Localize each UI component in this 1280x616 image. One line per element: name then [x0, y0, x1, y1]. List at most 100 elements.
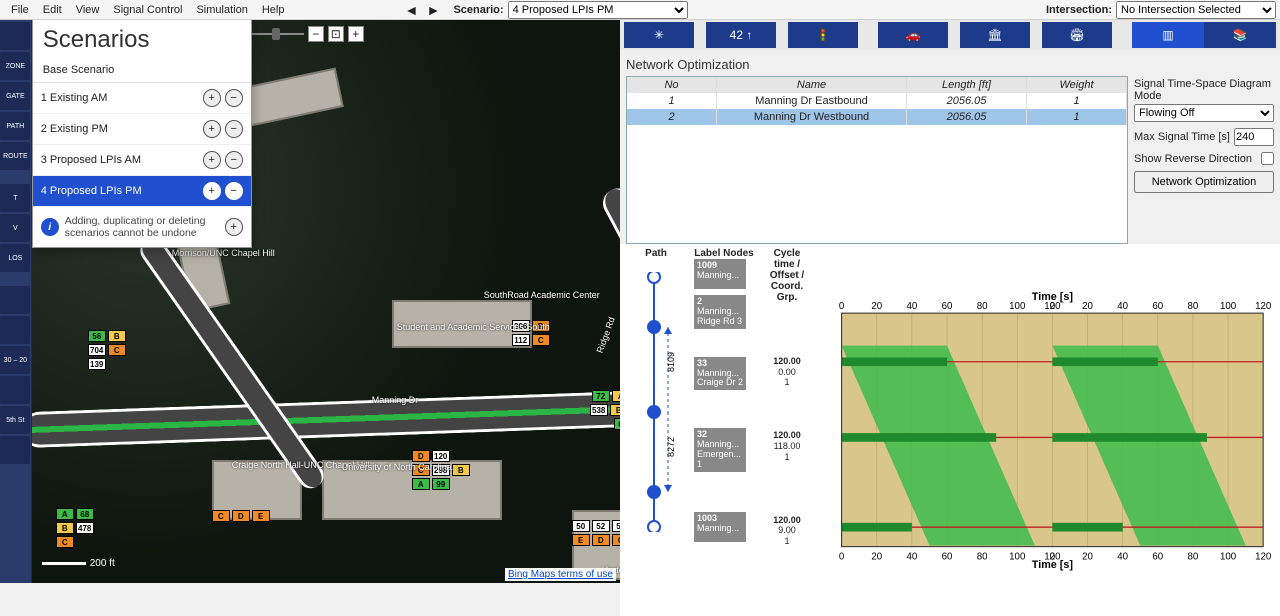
col-name: Name: [717, 77, 907, 93]
tool-gate[interactable]: GATE: [0, 82, 30, 110]
max-signal-label: Max Signal Time [s]: [1134, 131, 1230, 143]
max-signal-input[interactable]: [1234, 128, 1274, 146]
tool-path[interactable]: PATH: [0, 112, 30, 140]
tool-ts2[interactable]: [0, 316, 30, 344]
zoom-out-icon[interactable]: −: [308, 26, 324, 42]
svg-text:Time [s]: Time [s]: [1032, 291, 1073, 303]
menu-edit[interactable]: Edit: [36, 2, 69, 18]
nav-fwd-icon[interactable]: ►: [423, 2, 443, 18]
tool-node[interactable]: [0, 22, 30, 50]
duplicate-button[interactable]: +: [203, 151, 221, 169]
scenario-add-button[interactable]: +: [225, 218, 243, 236]
menubar: File Edit View Signal Control Simulation…: [0, 0, 1280, 20]
menu-file[interactable]: File: [4, 2, 36, 18]
ts-node-info: [762, 601, 812, 612]
scenario-info-text: Adding, duplicating or deleting scenario…: [65, 215, 215, 239]
tool-30-20[interactable]: 30 – 20: [0, 346, 30, 374]
svg-text:20: 20: [871, 552, 882, 563]
svg-text:100: 100: [1009, 552, 1026, 563]
menu-view[interactable]: View: [69, 2, 107, 18]
zoom-fit-icon[interactable]: ⊡: [328, 26, 344, 42]
svg-text:0: 0: [839, 301, 845, 312]
network-optimization-button[interactable]: Network Optimization: [1134, 171, 1274, 193]
ts-node[interactable]: 32Manning... Emergen... 1: [694, 428, 746, 472]
ts-info-hdr: Cycle time / Offset / Coord. Grp.: [762, 248, 812, 303]
svg-text:120: 120: [1255, 301, 1272, 312]
network-table[interactable]: No Name Length [ft] Weight 1Manning Dr E…: [626, 76, 1128, 244]
duplicate-button[interactable]: +: [203, 182, 221, 200]
mode-label: Signal Time-Space Diagram Mode: [1134, 78, 1274, 102]
svg-text:80: 80: [1188, 301, 1199, 312]
svg-text:20: 20: [871, 301, 882, 312]
tool-route[interactable]: ROUTE: [0, 142, 30, 170]
menu-simulation[interactable]: Simulation: [189, 2, 254, 18]
base-scenario-item[interactable]: Base Scenario: [33, 58, 251, 83]
zoom-in-icon[interactable]: +: [348, 26, 364, 42]
col-weight: Weight: [1027, 77, 1127, 93]
map-zoom-control[interactable]: − ⊡ +: [244, 26, 364, 42]
scenario-row[interactable]: 4 Proposed LPIs PM+−: [33, 176, 251, 207]
ts-node-info: 120.000.001: [762, 356, 812, 388]
reverse-label: Show Reverse Direction: [1134, 153, 1257, 165]
duplicate-button[interactable]: +: [203, 89, 221, 107]
mode-tabs: ✳ 42 ↑ 🚦 🚗 🏛 🏟 ▥ 📚: [620, 20, 1280, 50]
tool-zone[interactable]: ZONE: [0, 52, 30, 80]
svg-text:Time [s]: Time [s]: [1032, 559, 1073, 571]
map-attribution-link[interactable]: Bing Maps terms of use: [505, 568, 616, 581]
table-row[interactable]: 2Manning Dr Westbound2056.051: [627, 109, 1127, 125]
svg-text:100: 100: [1009, 301, 1026, 312]
delete-button[interactable]: −: [225, 151, 243, 169]
tool-v[interactable]: V: [0, 214, 30, 242]
mode-tab-4[interactable]: 🚗: [878, 22, 948, 48]
delete-button[interactable]: −: [225, 89, 243, 107]
network-side-panel: Signal Time-Space Diagram Mode Flowing O…: [1134, 76, 1274, 244]
time-space-diagram: Path 8109 8272 Label Nodes: [620, 244, 1280, 616]
tool-t[interactable]: T: [0, 184, 30, 212]
mode-tab-1[interactable]: ✳: [624, 22, 694, 48]
tool-seg[interactable]: [0, 376, 30, 404]
scenario-row[interactable]: 1 Existing AM+−: [33, 83, 251, 114]
tool-last[interactable]: [0, 436, 30, 464]
scenario-row[interactable]: 2 Existing PM+−: [33, 114, 251, 145]
map-viewport[interactable]: 56B 704C 139 306B 112C 72A 538B 68C E D1…: [32, 20, 620, 583]
nav-back-icon[interactable]: ◄: [401, 2, 421, 18]
scenario-row[interactable]: 3 Proposed LPIs AM+−: [33, 145, 251, 176]
map-label: Student and Academic Services South: [397, 322, 550, 332]
tool-los[interactable]: LOS: [0, 244, 30, 272]
svg-text:20: 20: [1082, 301, 1093, 312]
tool-5th[interactable]: 5th St: [0, 406, 30, 434]
mode-tab-ts[interactable]: ▥: [1132, 22, 1204, 48]
ts-node[interactable]: 1003Manning...: [694, 512, 746, 542]
mode-select[interactable]: Flowing Off: [1134, 104, 1274, 122]
svg-text:40: 40: [906, 552, 917, 563]
ts-node[interactable]: 2Manning... Ridge Rd 3: [694, 295, 746, 329]
map-label: University of North Carolina...: [342, 462, 460, 472]
intersection-select[interactable]: No Intersection Selected: [1116, 1, 1276, 19]
delete-button[interactable]: −: [225, 182, 243, 200]
ts-node[interactable]: 1009Manning...: [694, 259, 746, 289]
delete-button[interactable]: −: [225, 120, 243, 138]
tool-ts1[interactable]: [0, 286, 30, 314]
mode-tab-2[interactable]: 42 ↑: [706, 22, 776, 48]
info-icon: i: [41, 218, 59, 236]
ts-node[interactable]: 33Manning... Craige Dr 2: [694, 357, 746, 391]
svg-text:80: 80: [977, 552, 988, 563]
map-label: Morrison/UNC Chapel Hill: [172, 248, 275, 258]
menu-help[interactable]: Help: [255, 2, 292, 18]
svg-text:40: 40: [906, 301, 917, 312]
scenario-select[interactable]: 4 Proposed LPIs PM: [508, 1, 688, 19]
mode-tab-6[interactable]: 🏟: [1042, 22, 1112, 48]
table-row[interactable]: 1Manning Dr Eastbound2056.051: [627, 93, 1127, 109]
mode-tab-5[interactable]: 🏛: [960, 22, 1030, 48]
svg-text:0: 0: [839, 552, 845, 563]
map-label: Manning Dr: [372, 395, 419, 405]
mode-tab-3[interactable]: 🚦: [788, 22, 858, 48]
svg-text:60: 60: [942, 301, 953, 312]
mode-tab-layers[interactable]: 📚: [1204, 22, 1276, 48]
ts-chart[interactable]: 0020204040606080801001001201200020204040…: [820, 248, 1274, 612]
svg-text:100: 100: [1220, 552, 1237, 563]
ts-node-info: 120.009.001: [762, 515, 812, 547]
menu-signal-control[interactable]: Signal Control: [106, 2, 189, 18]
duplicate-button[interactable]: +: [203, 120, 221, 138]
reverse-checkbox[interactable]: [1261, 152, 1274, 165]
